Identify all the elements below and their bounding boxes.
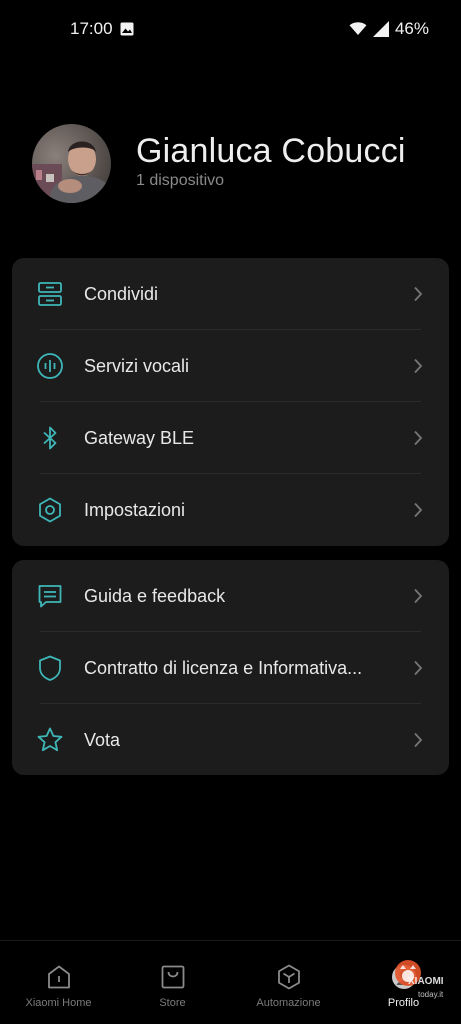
menu-item-vota[interactable]: Vota	[12, 704, 449, 776]
nav-tab-automazione[interactable]: Automazione	[231, 963, 346, 1009]
chevron-right-icon	[414, 358, 423, 374]
menu-item-label: Condividi	[84, 283, 159, 304]
feedback-message-icon	[38, 585, 62, 608]
settings-hexagon-icon	[39, 497, 61, 523]
status-right-group: 46%	[349, 19, 429, 39]
profile-name: Gianluca Cobucci	[136, 132, 406, 170]
wifi-icon	[349, 22, 367, 35]
bluetooth-icon	[43, 426, 57, 450]
device-count: 1 dispositivo	[136, 172, 225, 189]
image-icon	[120, 22, 134, 36]
profile-header[interactable]: Gianluca Cobucci 1 dispositivo	[32, 124, 432, 204]
battery-percent: 46%	[394, 19, 429, 38]
menu-item-label: Gateway BLE	[84, 427, 195, 448]
menu-item-contratto-licenza[interactable]: Contratto di licenza e Informativa...	[12, 632, 449, 704]
menu-card-secondary: Guida e feedback Contratto di licenza e …	[12, 560, 449, 775]
menu-item-guida-feedback[interactable]: Guida e feedback	[12, 560, 449, 632]
avatar[interactable]	[32, 124, 111, 203]
menu-item-servizi-vocali[interactable]: Servizi vocali	[12, 330, 449, 402]
menu-item-condividi[interactable]: Condividi	[12, 258, 449, 330]
nav-label: Store	[159, 997, 186, 1009]
store-bag-icon	[161, 965, 184, 989]
automation-cube-icon	[277, 964, 300, 990]
nav-label: Automazione	[256, 997, 321, 1009]
share-drawer-icon	[38, 282, 62, 306]
svg-text:XIAOMI: XIAOMI	[408, 976, 444, 987]
chevron-right-icon	[414, 588, 423, 604]
star-icon	[37, 727, 63, 752]
status-bar: 17:00 46%	[0, 0, 461, 58]
nav-label: Xiaomi Home	[25, 997, 92, 1009]
menu-item-gateway-ble[interactable]: Gateway BLE	[12, 402, 449, 474]
menu-item-label: Vota	[84, 729, 121, 750]
menu-item-label: Guida e feedback	[84, 585, 226, 606]
xiaomitoday-watermark-logo: XIAOMI today.it	[395, 960, 444, 999]
home-icon	[47, 965, 70, 989]
status-time: 17:00	[70, 19, 113, 38]
nav-tab-store[interactable]: Store	[115, 963, 230, 1009]
chevron-right-icon	[414, 286, 423, 302]
shield-icon	[39, 655, 61, 681]
menu-item-label: Servizi vocali	[84, 355, 190, 376]
menu-item-label: Impostazioni	[84, 499, 186, 520]
chevron-right-icon	[414, 660, 423, 676]
nav-tab-home[interactable]: Xiaomi Home	[1, 963, 116, 1009]
menu-item-impostazioni[interactable]: Impostazioni	[12, 474, 449, 546]
menu-card-primary: Condividi Servizi vocali Gateway BLE Imp…	[12, 258, 449, 546]
signal-icon	[372, 21, 389, 37]
chevron-right-icon	[414, 732, 423, 748]
svg-text:today.it: today.it	[418, 990, 444, 999]
chevron-right-icon	[414, 502, 423, 518]
voice-wave-icon	[37, 353, 63, 379]
menu-item-label: Contratto di licenza e Informativa...	[84, 657, 363, 678]
chevron-right-icon	[414, 430, 423, 446]
